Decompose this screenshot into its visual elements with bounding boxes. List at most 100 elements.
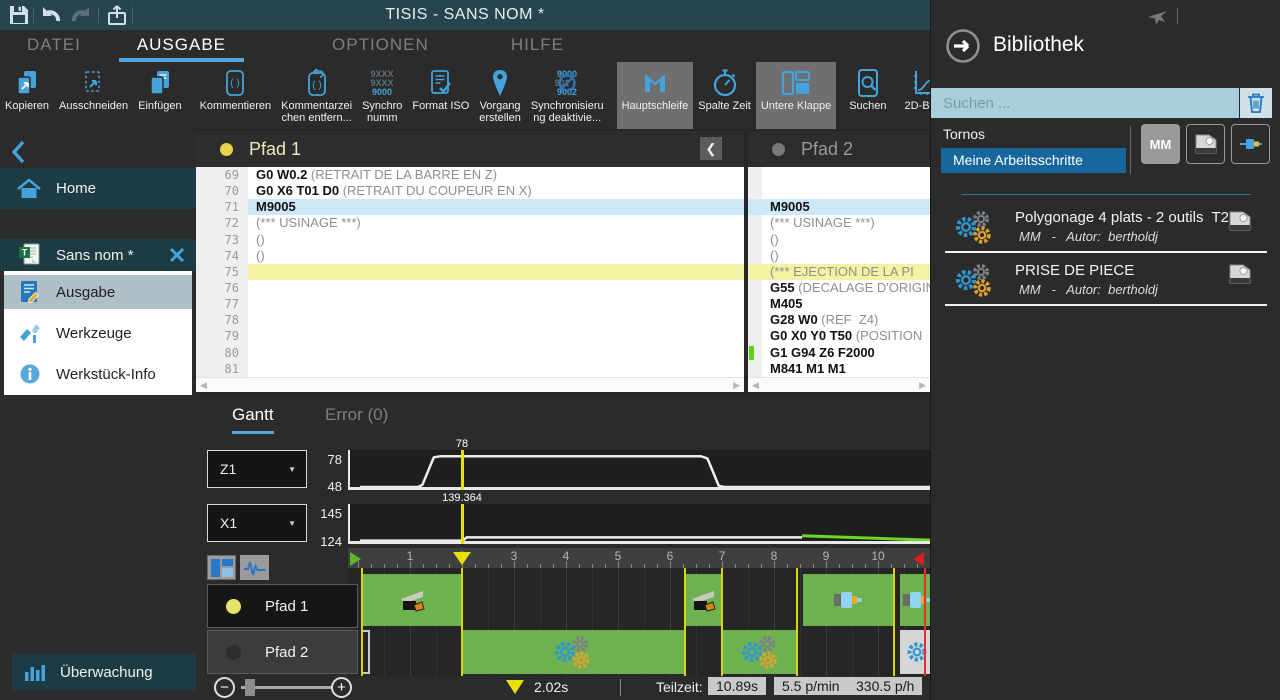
code-line[interactable]: (*** EJECTION DE LA PI — [762, 264, 930, 280]
toolbar-button-synchro[interactable]: 9XXX9XXX9000Synchronumm — [357, 62, 407, 129]
scroll-right-icon[interactable]: ▶ — [919, 380, 926, 391]
code-line[interactable]: M9005 — [248, 199, 744, 215]
code-line[interactable] — [248, 345, 744, 361]
zoom-out-button[interactable]: − — [214, 677, 235, 698]
code-lines[interactable]: G0 W0.2 (RETRAIT DE LA BARRE EN Z)G0 X6 … — [248, 167, 744, 377]
toolbar-button-kommentieren[interactable]: ( )Kommentieren — [195, 62, 277, 129]
code-line[interactable] — [248, 264, 744, 280]
menu-item-ausgabe[interactable]: AUSGABE — [119, 30, 244, 62]
code-line[interactable]: M9005 — [762, 199, 930, 215]
code-line[interactable]: G0 X6 T01 D0 (RETRAIT DU COUPEUR EN X) — [248, 183, 744, 199]
toolbar-button-format-iso[interactable]: Format ISO — [407, 62, 474, 129]
toolbar-button-spalte-zeit[interactable]: Spalte Zeit — [693, 62, 756, 129]
code-line[interactable]: G28 W0 (REF Z4) — [762, 312, 930, 328]
machine-filter-button[interactable] — [1186, 124, 1225, 164]
sidebar-item-werkstück-info[interactable]: Werkstück-Info — [4, 357, 192, 391]
zoom-in-button[interactable]: + — [331, 677, 352, 698]
library-search-input[interactable] — [931, 88, 1239, 118]
zoom-slider-handle[interactable] — [245, 679, 255, 696]
sidebar-item-home[interactable]: Home — [0, 168, 196, 209]
panel-separator — [1177, 8, 1178, 24]
tab-error[interactable]: Error (0) — [325, 405, 388, 425]
toolbar-button-ausschneiden[interactable]: Ausschneiden — [54, 62, 133, 129]
horizontal-scrollbar[interactable]: ◀▶ — [748, 377, 930, 392]
toolbar-button-suchen[interactable]: Suchen — [844, 62, 891, 129]
code-line[interactable] — [248, 361, 744, 377]
gantt-block-pfad1[interactable] — [685, 574, 722, 626]
code-line[interactable]: () — [762, 248, 930, 264]
tool-filter-button[interactable] — [1231, 124, 1270, 164]
axis-select-x1[interactable]: X1 ▼ — [207, 504, 307, 542]
toolbar-button-kommentarzei[interactable]: ( )Kommentarzeichen entfern... — [276, 62, 357, 129]
code-line[interactable]: G0 X0 Y0 T50 (POSITION — [762, 328, 930, 344]
library-item[interactable]: Polygonage 4 plats - 2 outils T21MM - Au… — [931, 205, 1280, 253]
sidebar-item-werkzeuge[interactable]: Werkzeuge — [4, 316, 192, 350]
library-category-selected[interactable]: Meine Arbeitsschritte — [941, 148, 1126, 173]
gantt-row-label-pfad1[interactable]: Pfad 1 — [207, 584, 358, 628]
gantt-view-button[interactable] — [207, 555, 236, 580]
unit-mm-button[interactable]: MM — [1141, 124, 1180, 164]
code-line[interactable]: (*** USINAGE ***) — [762, 215, 930, 231]
code-line[interactable] — [248, 328, 744, 344]
toolbar-button-kopieren[interactable]: Kopieren — [0, 62, 54, 129]
gantt-block-pfad1[interactable] — [803, 574, 894, 626]
library-panel-title: Bibliothek — [993, 33, 1084, 57]
code-line[interactable] — [762, 167, 930, 183]
menu-item-optionen[interactable]: OPTIONEN — [314, 30, 447, 62]
axis-select-z1[interactable]: Z1 ▼ — [207, 450, 307, 488]
code-line[interactable]: G0 W0.2 (RETRAIT DE LA BARRE EN Z) — [248, 167, 744, 183]
menu-item-datei[interactable]: DATEI — [9, 30, 99, 62]
tab-gantt[interactable]: Gantt — [232, 405, 274, 434]
code-line[interactable]: G55 (DECALAGE D'ORIGIN — [762, 280, 930, 296]
toolbar-button-synchronisieru[interactable]: 90009019002Synchronisierung deaktivie... — [526, 62, 609, 129]
end-marker-icon[interactable] — [913, 552, 924, 566]
scroll-right-icon[interactable]: ▶ — [733, 380, 740, 391]
code-line[interactable] — [248, 312, 744, 328]
code-line[interactable]: G1 G94 Z6 F2000 — [762, 345, 930, 361]
start-marker-icon[interactable] — [350, 552, 361, 566]
gantt-block-pfad2[interactable] — [462, 630, 685, 674]
code-line[interactable] — [248, 296, 744, 312]
chart-cursor-line[interactable] — [461, 450, 464, 490]
code-area[interactable]: M9005(*** USINAGE ***)()()(*** EJECTION … — [748, 167, 930, 377]
collapse-panel-arrow-icon[interactable] — [945, 28, 981, 64]
toolbar-button-vorgang[interactable]: Vorgangerstellen — [474, 62, 526, 129]
code-lines[interactable]: M9005(*** USINAGE ***)()()(*** EJECTION … — [762, 167, 930, 377]
code-line[interactable] — [762, 183, 930, 199]
code-line[interactable]: M841 M1 M1 — [762, 361, 930, 377]
code-line[interactable]: () — [248, 248, 744, 264]
cursor-marker-icon[interactable] — [453, 552, 471, 565]
waveform-view-button[interactable] — [240, 555, 269, 580]
toolbar-button-untere-klappe[interactable]: Untere Klappe — [756, 62, 836, 129]
sidebar-item-monitoring[interactable]: Überwachung — [12, 654, 196, 690]
chart-cursor-line[interactable] — [461, 504, 464, 544]
sidebar-document-tab[interactable]: T Sans nom * — [0, 239, 196, 271]
gantt-block-pfad1[interactable] — [362, 574, 462, 626]
code-area[interactable]: 69707172737475767778798081G0 W0.2 (RETRA… — [196, 167, 744, 377]
sidebar-collapse-chevron-icon[interactable] — [8, 139, 30, 165]
close-document-icon[interactable] — [168, 246, 186, 264]
toolbar-button-hauptschleife[interactable]: Hauptschleife — [617, 62, 694, 129]
code-line[interactable]: () — [248, 232, 744, 248]
code-line[interactable] — [248, 280, 744, 296]
toolbar-button-einfügen[interactable]: Einfügen — [133, 62, 186, 129]
sidebar-item-ausgabe[interactable]: Ausgabe — [4, 275, 192, 309]
collapse-panel-chevron-icon[interactable]: ❮ — [700, 137, 722, 160]
toolbar-button-label: Untere Klappe — [761, 100, 831, 112]
scroll-left-icon[interactable]: ◀ — [200, 380, 207, 391]
airplane-offline-icon[interactable] — [1146, 6, 1168, 26]
library-item[interactable]: PRISE DE PIECEMM - Autor: bertholdj — [931, 258, 1280, 306]
code-line[interactable]: (*** USINAGE ***) — [248, 215, 744, 231]
clear-search-button[interactable] — [1240, 88, 1272, 118]
code-line[interactable]: () — [762, 232, 930, 248]
cursor-marker-icon[interactable] — [506, 680, 524, 694]
menu-item-hilfe[interactable]: HILFE — [493, 30, 582, 62]
code-line[interactable]: M405 — [762, 296, 930, 312]
horizontal-scrollbar[interactable]: ◀▶ — [196, 377, 744, 392]
gantt-time-ruler[interactable]: 12345678910 — [348, 548, 930, 568]
gantt-block-pfad2[interactable] — [722, 630, 797, 674]
scroll-left-icon[interactable]: ◀ — [752, 380, 759, 391]
library-item-title: Polygonage 4 plats - 2 outils T21 — [1015, 209, 1237, 226]
toolbar-button-2d-bahn[interactable]: 2D-Bahn — [900, 62, 931, 129]
gantt-row-label-pfad2[interactable]: Pfad 2 — [207, 630, 358, 674]
